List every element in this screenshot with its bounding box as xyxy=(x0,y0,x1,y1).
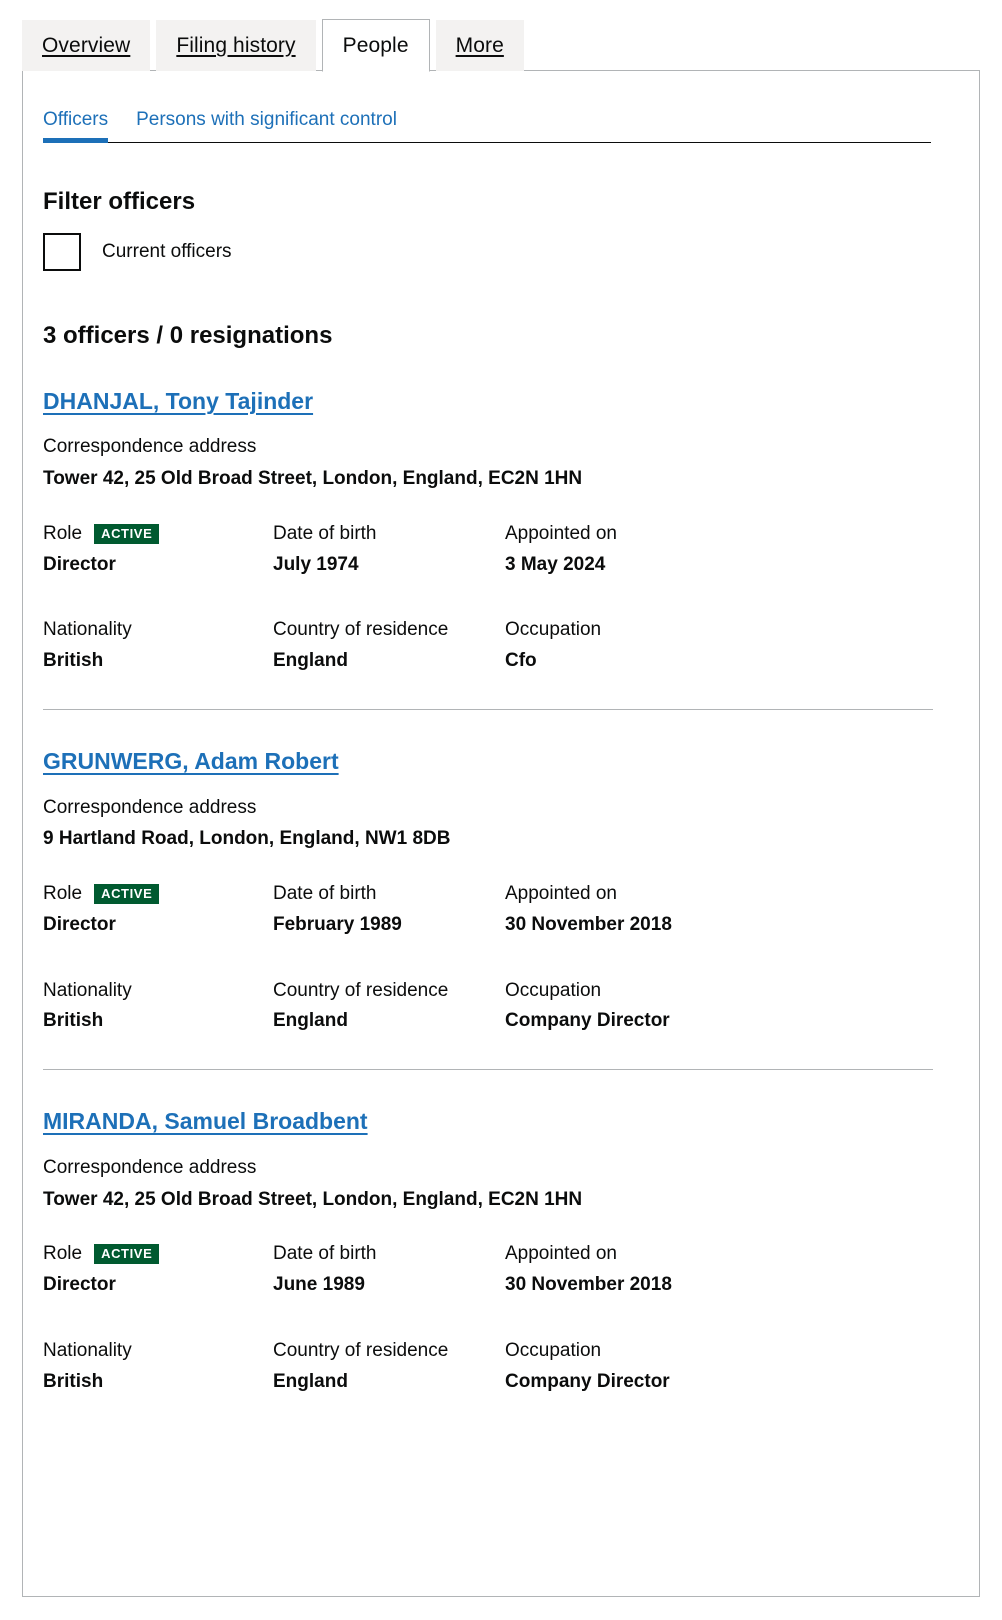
tab-more[interactable]: More xyxy=(435,20,524,71)
officer-detail-row-secondary: Nationality Country of residence Occupat… xyxy=(43,979,961,1034)
role-value: Director xyxy=(43,1274,116,1296)
tab-filing-history[interactable]: Filing history xyxy=(156,20,316,71)
occupation-label: Occupation xyxy=(505,979,602,1001)
date-of-birth-value: July 1974 xyxy=(273,553,359,575)
nationality-label: Nationality xyxy=(43,619,132,641)
role-label-text: Role xyxy=(43,1243,83,1265)
country-of-residence-label: Country of residence xyxy=(273,979,449,1001)
officer-detail-row-secondary: Nationality Country of residence Occupat… xyxy=(43,1339,961,1394)
people-panel: Officers Persons with significant contro… xyxy=(22,70,980,1597)
role-label-text: Role xyxy=(43,522,83,544)
company-people-page: Overview Filing history People More Offi… xyxy=(0,0,1002,1620)
current-officers-filter[interactable]: Current officers xyxy=(43,233,961,272)
appointed-on-value: 30 November 2018 xyxy=(505,1274,672,1296)
officer-name-link[interactable]: DHANJAL, Tony Tajinder xyxy=(43,388,313,416)
officer-detail-row-primary: Role ACTIVE Date of birth Appointed on D… xyxy=(43,522,961,577)
tab-people[interactable]: People xyxy=(321,19,430,72)
date-of-birth-value: February 1989 xyxy=(273,913,402,935)
appointed-on-label: Appointed on xyxy=(505,883,617,905)
status-badge: ACTIVE xyxy=(94,523,160,544)
correspondence-address-value: Tower 42, 25 Old Broad Street, London, E… xyxy=(43,1188,583,1210)
correspondence-address-label: Correspondence address xyxy=(43,796,257,818)
secondary-tab-strip: Officers Persons with significant contro… xyxy=(43,99,931,143)
subtab-officers[interactable]: Officers xyxy=(43,109,109,143)
appointed-on-value: 30 November 2018 xyxy=(505,913,672,935)
occupation-value: Company Director xyxy=(505,1370,670,1392)
officer-name-link[interactable]: GRUNWERG, Adam Robert xyxy=(43,748,339,776)
appointed-on-label: Appointed on xyxy=(505,522,617,544)
date-of-birth-value: June 1989 xyxy=(273,1274,365,1296)
nationality-label: Nationality xyxy=(43,979,132,1001)
country-of-residence-value: England xyxy=(273,650,348,672)
occupation-label: Occupation xyxy=(505,619,602,641)
officer-detail-row-primary: Role ACTIVE Date of birth Appointed on D… xyxy=(43,1242,961,1297)
subtab-persons-with-significant-control[interactable]: Persons with significant control xyxy=(136,109,397,142)
correspondence-address-label: Correspondence address xyxy=(43,1156,257,1178)
role-value: Director xyxy=(43,913,116,935)
people-panel-content: Officers Persons with significant contro… xyxy=(23,71,979,1429)
officer-detail-row-secondary: Nationality Country of residence Occupat… xyxy=(43,618,961,673)
tab-filing-history-label: Filing history xyxy=(176,34,296,57)
country-of-residence-value: England xyxy=(273,1370,348,1392)
occupation-value: Cfo xyxy=(505,650,537,672)
tab-people-label: People xyxy=(342,34,409,57)
officer-name-link[interactable]: MIRANDA, Samuel Broadbent xyxy=(43,1108,368,1136)
occupation-value: Company Director xyxy=(505,1010,670,1032)
officer-card: MIRANDA, Samuel Broadbent Correspondence… xyxy=(41,1108,961,1429)
role-label: Role ACTIVE xyxy=(43,882,273,913)
role-label: Role ACTIVE xyxy=(43,522,273,553)
country-of-residence-label: Country of residence xyxy=(273,1339,449,1361)
tab-overview[interactable]: Overview xyxy=(22,20,151,71)
officer-detail-row-primary: Role ACTIVE Date of birth Appointed on D… xyxy=(43,882,961,937)
officers-count-heading: 3 officers / 0 resignations xyxy=(43,322,333,350)
officer-divider xyxy=(43,1069,933,1071)
officer-card: DHANJAL, Tony Tajinder Correspondence ad… xyxy=(41,388,961,709)
tab-more-label: More xyxy=(455,34,504,57)
country-of-residence-label: Country of residence xyxy=(273,619,449,641)
role-value: Director xyxy=(43,553,116,575)
date-of-birth-label: Date of birth xyxy=(273,1243,377,1265)
officer-divider xyxy=(43,708,933,710)
primary-tab-strip: Overview Filing history People More xyxy=(22,19,980,72)
nationality-value: British xyxy=(43,1010,104,1032)
date-of-birth-label: Date of birth xyxy=(273,522,377,544)
nationality-value: British xyxy=(43,1370,104,1392)
nationality-label: Nationality xyxy=(43,1339,132,1361)
current-officers-checkbox-label: Current officers xyxy=(102,241,232,263)
appointed-on-label: Appointed on xyxy=(505,1243,617,1265)
nationality-value: British xyxy=(43,650,104,672)
date-of-birth-label: Date of birth xyxy=(273,883,377,905)
country-of-residence-value: England xyxy=(273,1010,348,1032)
filter-officers-heading: Filter officers xyxy=(43,188,196,215)
correspondence-address-value: 9 Hartland Road, London, England, NW1 8D… xyxy=(43,828,451,850)
correspondence-address-value: Tower 42, 25 Old Broad Street, London, E… xyxy=(43,468,583,490)
correspondence-address-label: Correspondence address xyxy=(43,436,257,458)
tab-overview-label: Overview xyxy=(42,34,131,57)
status-badge: ACTIVE xyxy=(94,1244,160,1265)
role-label-text: Role xyxy=(43,883,83,905)
officer-card: GRUNWERG, Adam Robert Correspondence add… xyxy=(41,748,961,1069)
status-badge: ACTIVE xyxy=(94,883,160,905)
appointed-on-value: 3 May 2024 xyxy=(505,553,606,575)
current-officers-checkbox[interactable] xyxy=(43,233,81,272)
occupation-label: Occupation xyxy=(505,1339,602,1361)
role-label: Role ACTIVE xyxy=(43,1242,273,1273)
